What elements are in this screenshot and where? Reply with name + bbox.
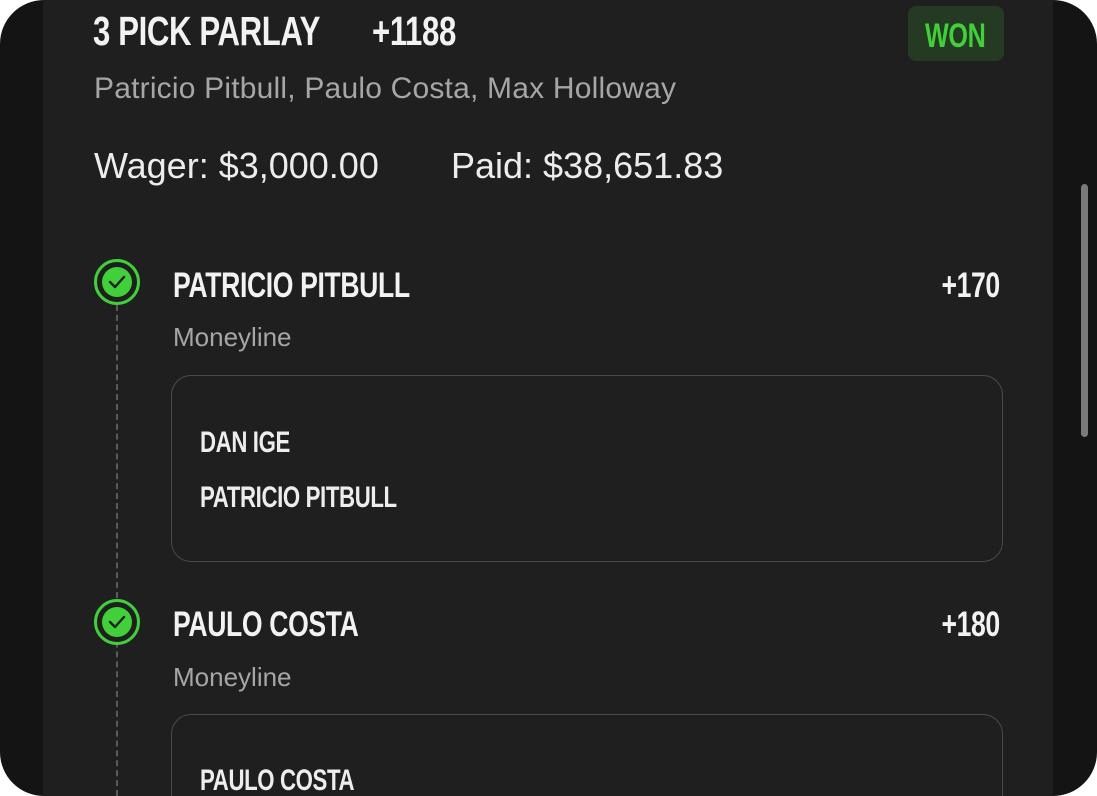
status-badge-label: WON [925, 17, 986, 55]
status-badge: WON [908, 6, 1004, 61]
leg-odds: +170 [941, 266, 1001, 305]
leg-market-type: Moneyline [173, 662, 292, 692]
fighter-name: PATRICIO PITBULL [200, 481, 397, 514]
paid-amount: Paid: $38,651.83 [451, 145, 724, 186]
matchup-card[interactable]: PAULO COSTA [171, 714, 1003, 796]
check-circle-icon [94, 599, 140, 645]
leg-odds: +180 [941, 605, 1001, 644]
leg-name: PAULO COSTA [173, 605, 359, 644]
bet-title: 3 PICK PARLAY [93, 8, 321, 54]
bet-picks-summary: Patricio Pitbull, Paulo Costa, Max Hollo… [94, 72, 677, 105]
matchup-card[interactable]: DAN IGE PATRICIO PITBULL [171, 375, 1003, 562]
device-frame: 3 PICK PARLAY +1188 WON Patricio Pitbull… [0, 0, 1097, 796]
bet-odds: +1188 [372, 8, 456, 54]
scrollbar-thumb[interactable] [1081, 184, 1088, 437]
fighter-name: PAULO COSTA [200, 764, 355, 796]
leg-market-type: Moneyline [173, 322, 292, 352]
wager-amount: Wager: $3,000.00 [94, 145, 379, 186]
check-circle-icon [94, 259, 140, 305]
fighter-name: DAN IGE [200, 426, 290, 459]
leg-name: PATRICIO PITBULL [173, 266, 410, 305]
timeline-connector [116, 305, 118, 796]
